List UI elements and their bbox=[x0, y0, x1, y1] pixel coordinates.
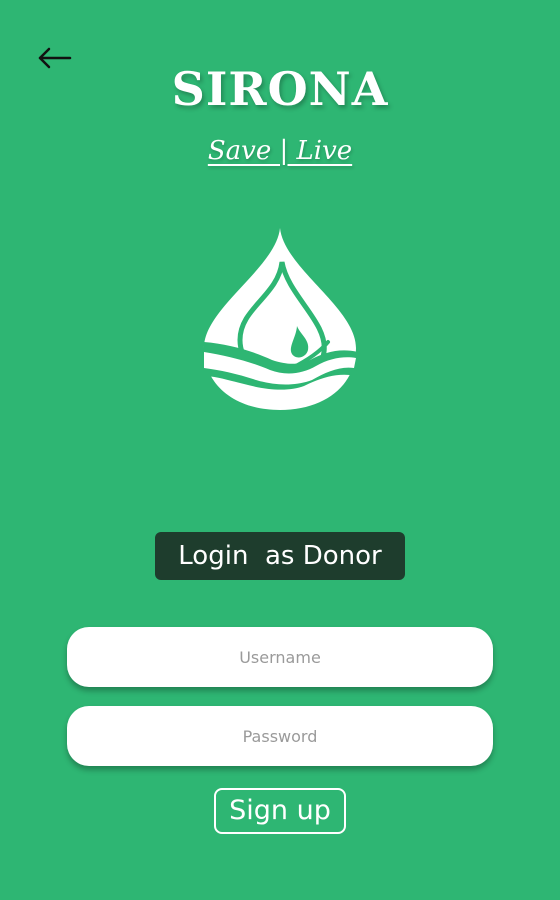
tagline: Save | Live bbox=[207, 136, 353, 166]
username-input[interactable] bbox=[67, 627, 493, 687]
water-drop-hand-icon bbox=[204, 228, 358, 410]
sign-up-button[interactable]: Sign up bbox=[214, 788, 346, 834]
logo bbox=[200, 226, 360, 412]
password-input[interactable] bbox=[67, 706, 493, 766]
app-title: SIRONA bbox=[171, 62, 389, 116]
login-role-badge: Login as Donor bbox=[155, 532, 405, 580]
